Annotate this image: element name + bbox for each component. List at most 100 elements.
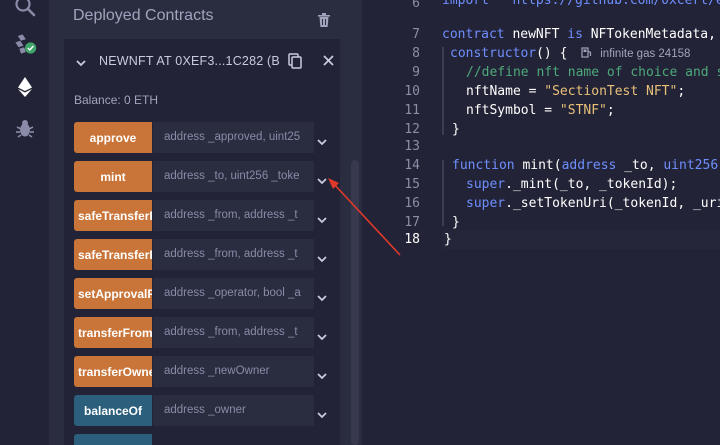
keyword: constructor bbox=[450, 46, 537, 61]
caret-down-icon[interactable] bbox=[317, 171, 327, 190]
code-line: nftName = "SectionTest NFT"; bbox=[466, 82, 685, 101]
code-line: function mint(address _to, uint256 _ bbox=[452, 156, 720, 175]
function-row: safeTransferF address _from, address _t bbox=[74, 200, 344, 231]
deployed-contracts-panel: Deployed Contracts NEWNFT AT 0XEF3...1C2… bbox=[50, 0, 362, 445]
line-number: 8 bbox=[412, 46, 420, 61]
code-line: constructor() { infinite gas 24158 bbox=[450, 44, 690, 63]
set-approval-for-all-button[interactable]: setApprovalF bbox=[74, 278, 152, 309]
code-text: ; bbox=[606, 103, 615, 118]
caret-down-icon[interactable] bbox=[317, 249, 327, 268]
indent-guide bbox=[442, 47, 444, 135]
caret-down-icon[interactable] bbox=[317, 210, 327, 229]
function-args-input[interactable]: address _to, uint256 _toke bbox=[153, 161, 314, 192]
approve-button[interactable]: approve bbox=[74, 122, 152, 153]
line-number-active: 18 bbox=[404, 232, 420, 247]
chevron-down-icon[interactable] bbox=[75, 54, 87, 73]
compile-check-icon[interactable] bbox=[13, 32, 37, 56]
function-row bbox=[74, 434, 344, 445]
code-editor: 6 7 8 9 10 11 12 13 14 15 16 17 18 impor… bbox=[362, 0, 720, 445]
function-row: transferOwne address _newOwner bbox=[74, 356, 344, 387]
keyword: address bbox=[561, 158, 617, 173]
code-text: ._setTokenUri(_tokenId, _uri) bbox=[505, 196, 720, 211]
instance-header[interactable]: NEWNFT AT 0XEF3...1C282 (B bbox=[64, 39, 340, 83]
line-number: 7 bbox=[412, 27, 420, 42]
icon-rail bbox=[0, 0, 50, 445]
caret-down-icon[interactable] bbox=[317, 327, 327, 346]
caret-down-icon[interactable] bbox=[317, 132, 327, 151]
line-number: 10 bbox=[404, 84, 420, 99]
code-line: } bbox=[452, 215, 460, 230]
indent-guide bbox=[442, 160, 444, 226]
active-line-highlight bbox=[442, 230, 720, 249]
instance-title: NEWNFT AT 0XEF3...1C282 (B bbox=[99, 54, 280, 68]
line-number: 13 bbox=[404, 139, 420, 154]
line-number: 16 bbox=[404, 196, 420, 211]
caret-down-icon[interactable] bbox=[317, 366, 327, 385]
keyword: super bbox=[466, 177, 506, 192]
next-function-button[interactable] bbox=[74, 434, 152, 445]
line-number: 11 bbox=[404, 103, 420, 118]
string-literal: "SectionTest NFT" bbox=[544, 84, 678, 99]
code-text: NFTokenMetadata, O bbox=[582, 27, 720, 42]
line-number: 9 bbox=[412, 65, 420, 80]
gas-estimate: infinite gas 24158 bbox=[600, 48, 691, 60]
balance-label: Balance: 0 ETH bbox=[74, 93, 159, 107]
keyword: uint256 bbox=[663, 158, 719, 173]
keyword: contract bbox=[442, 27, 505, 42]
code-text: mint( bbox=[514, 158, 562, 173]
keyword: super bbox=[466, 196, 506, 211]
keyword: is bbox=[567, 27, 583, 42]
balance-of-button[interactable]: balanceOf bbox=[74, 395, 152, 426]
function-row: mint address _to, uint256 _toke bbox=[74, 161, 344, 192]
mint-button[interactable]: mint bbox=[74, 161, 152, 192]
code-line: super._mint(_to, _tokenId); bbox=[466, 175, 677, 194]
code-comment: //define nft name of choice and sy bbox=[466, 65, 720, 80]
code-line: contract newNFT is NFTokenMetadata, O bbox=[442, 25, 720, 44]
code-line-import: import "https://github.com/0xcert/eth bbox=[442, 0, 720, 8]
safe-transfer-from-button[interactable]: safeTransferF bbox=[74, 200, 152, 231]
function-row: setApprovalF address _operator, bool _a bbox=[74, 278, 344, 309]
transfer-ownership-button[interactable]: transferOwne bbox=[74, 356, 152, 387]
code-line: } bbox=[444, 232, 452, 247]
caret-down-icon[interactable] bbox=[317, 405, 327, 424]
panel-scrollbar[interactable] bbox=[351, 160, 359, 445]
line-number: 6 bbox=[412, 0, 420, 11]
keyword: function bbox=[452, 158, 515, 173]
panel-title: Deployed Contracts bbox=[73, 7, 214, 24]
string-literal: "STNF" bbox=[559, 103, 607, 118]
function-row: transferFrom address _from, address _t bbox=[74, 317, 344, 348]
caret-down-icon[interactable] bbox=[317, 288, 327, 307]
code-text: newNFT bbox=[504, 27, 568, 42]
safe-transfer-from-button[interactable]: safeTransferF bbox=[74, 239, 152, 270]
function-args-input[interactable]: address _owner bbox=[153, 395, 314, 426]
code-text: () { bbox=[536, 46, 568, 61]
function-args-input[interactable]: address _newOwner bbox=[153, 356, 314, 387]
function-args-input[interactable]: address _from, address _t bbox=[153, 317, 314, 348]
transfer-from-button[interactable]: transferFrom bbox=[74, 317, 152, 348]
close-icon[interactable] bbox=[323, 53, 334, 69]
code-line: super._setTokenUri(_tokenId, _uri) bbox=[466, 194, 720, 213]
function-args-input[interactable]: address _approved, uint25 bbox=[153, 122, 314, 153]
ethereum-icon[interactable] bbox=[13, 75, 37, 99]
code-text: _to, bbox=[616, 158, 664, 173]
copy-icon[interactable] bbox=[288, 53, 302, 73]
debug-bug-icon[interactable] bbox=[13, 117, 37, 141]
code-text: ; bbox=[677, 84, 686, 99]
contract-instance: NEWNFT AT 0XEF3...1C282 (B Balance: 0 ET… bbox=[64, 39, 340, 445]
function-row: balanceOf address _owner bbox=[74, 395, 344, 426]
function-args-input[interactable]: address _operator, bool _a bbox=[153, 278, 314, 309]
code-line: nftSymbol = "STNF"; bbox=[466, 101, 615, 120]
function-row: safeTransferF address _from, address _t bbox=[74, 239, 344, 270]
code-text: nftName = bbox=[466, 84, 545, 99]
gas-icon bbox=[581, 46, 592, 61]
code-text: ._mint(_to, _tokenId); bbox=[505, 177, 678, 192]
code-text: nftSymbol = bbox=[466, 103, 560, 118]
function-args-input[interactable]: address _from, address _t bbox=[153, 200, 314, 231]
trash-icon[interactable] bbox=[318, 12, 330, 31]
function-row: approve address _approved, uint25 bbox=[74, 122, 344, 153]
function-args-input[interactable]: address _from, address _t bbox=[153, 239, 314, 270]
code-line: } bbox=[452, 122, 460, 137]
search-icon[interactable] bbox=[13, 0, 37, 18]
line-number: 15 bbox=[404, 177, 420, 192]
line-number: 14 bbox=[404, 158, 420, 173]
